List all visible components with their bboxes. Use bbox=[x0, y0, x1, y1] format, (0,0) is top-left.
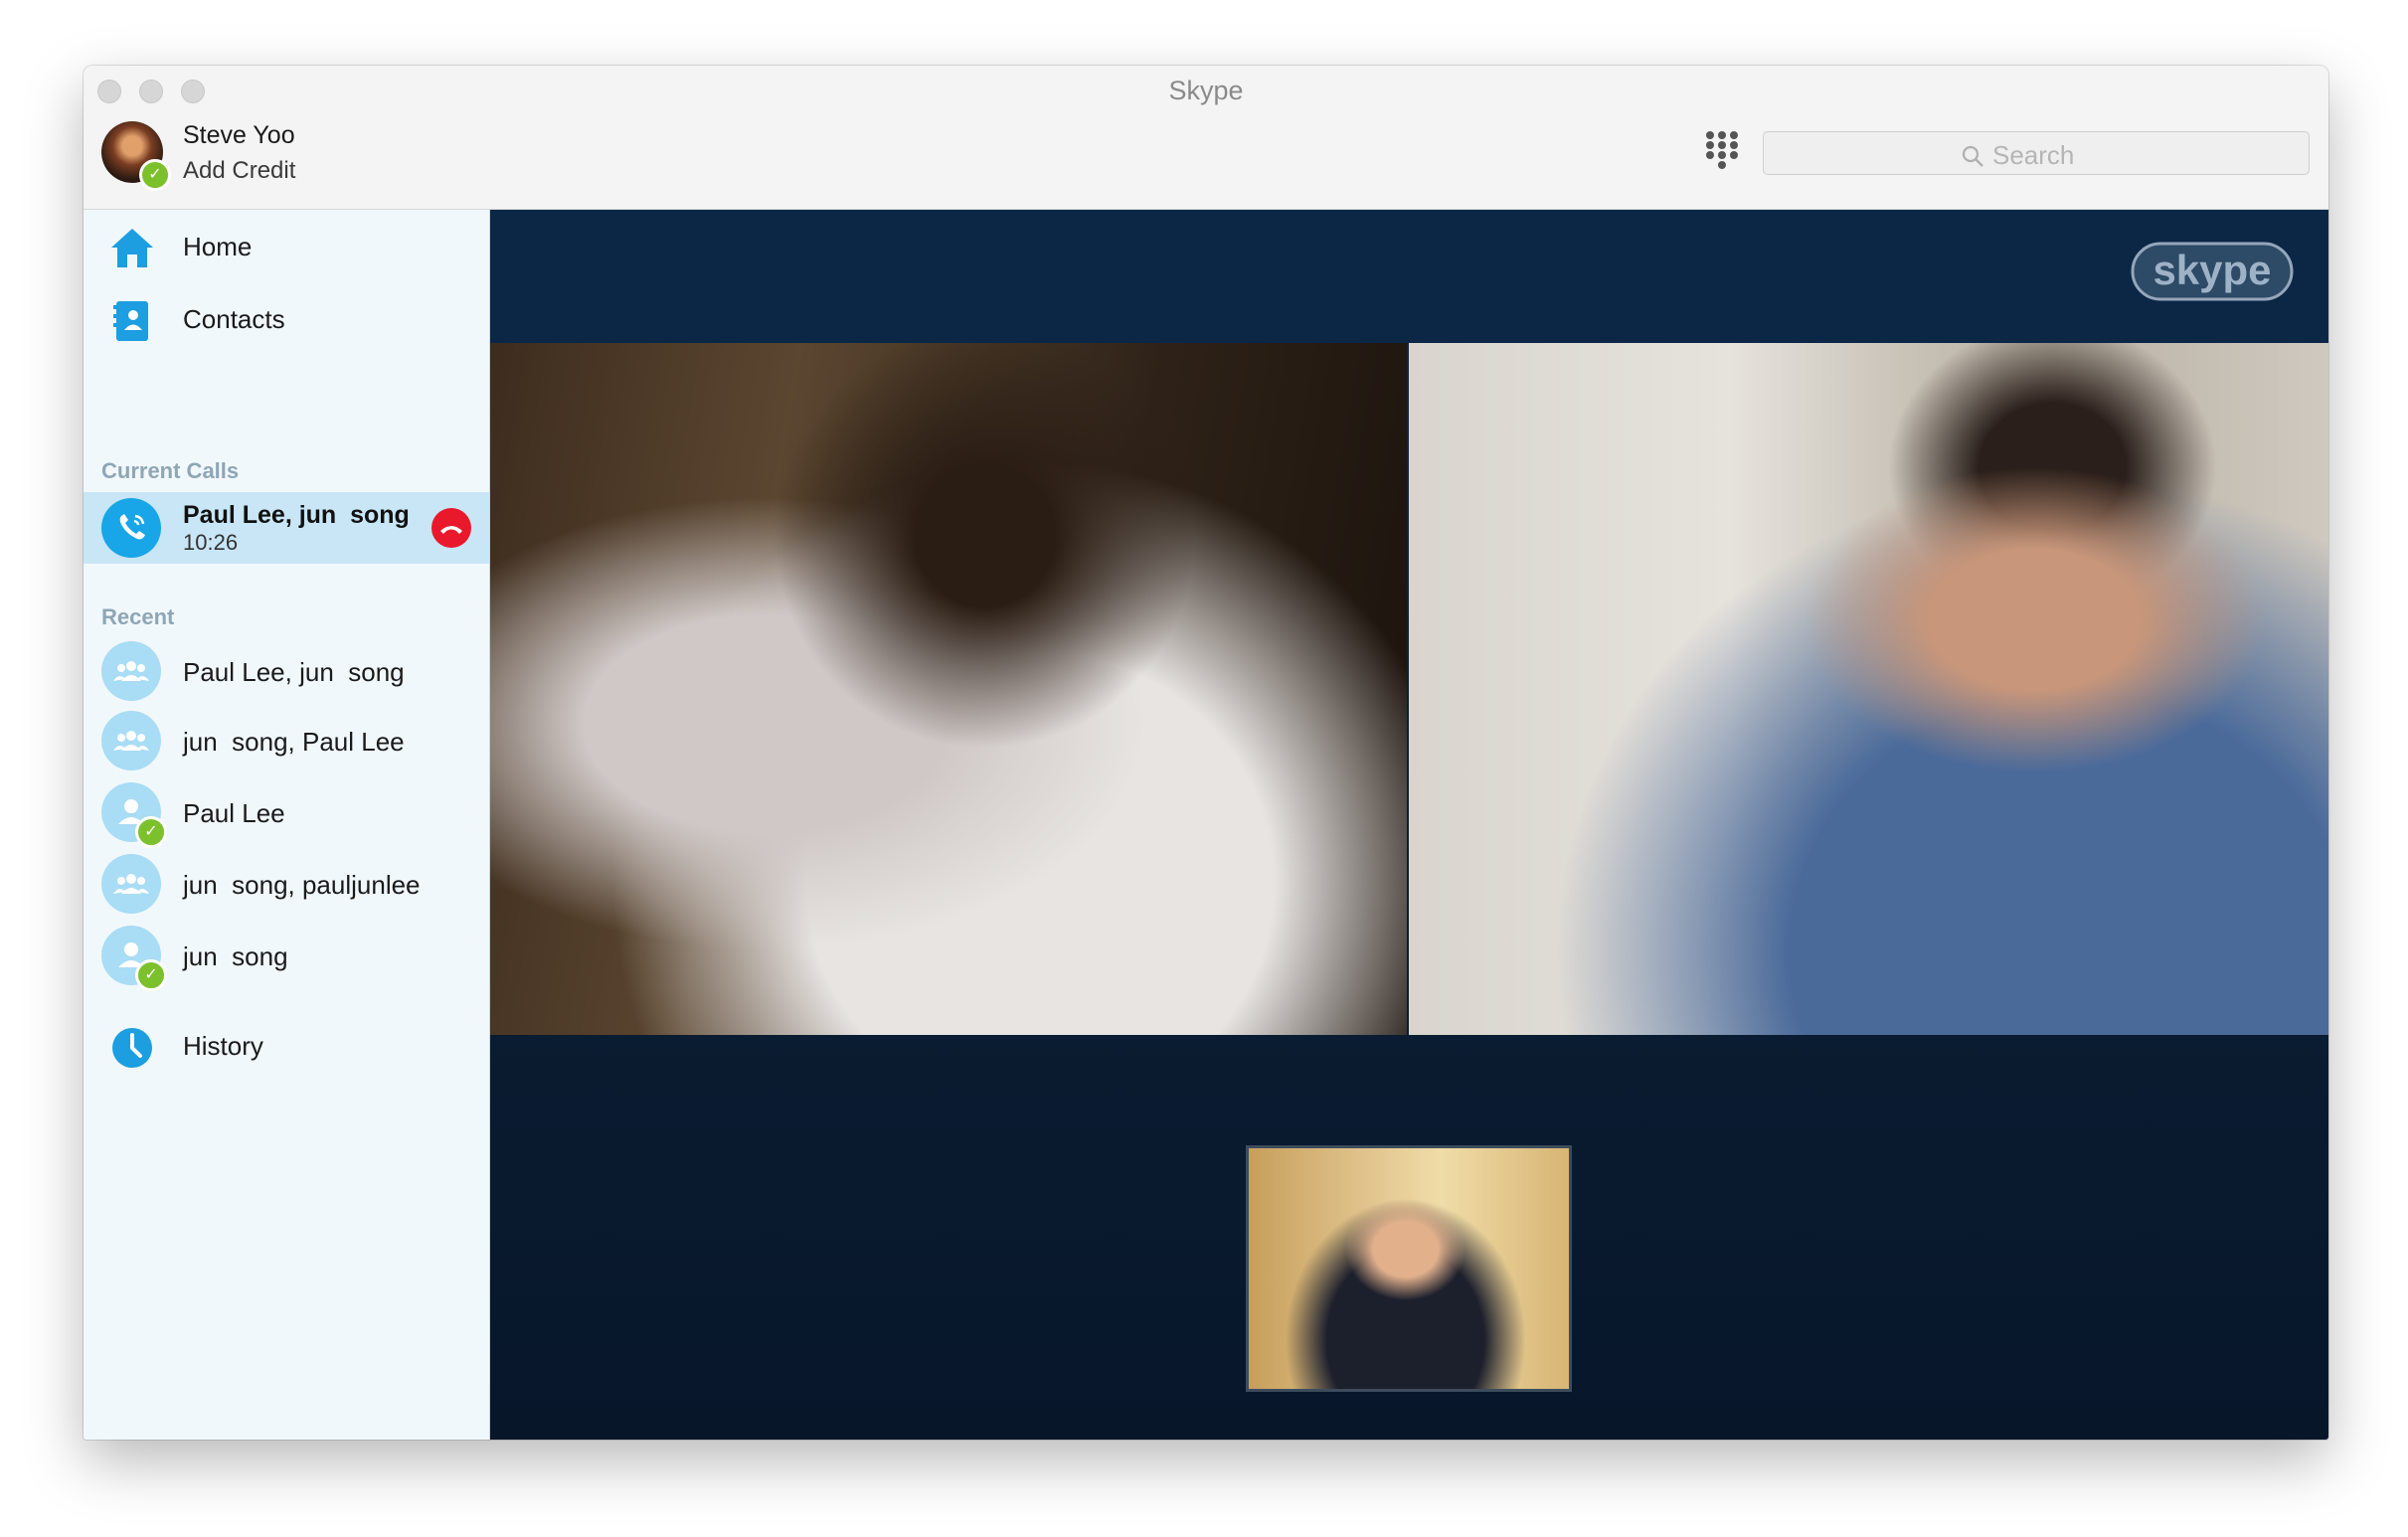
group-avatar-icon bbox=[101, 854, 161, 914]
sidebar-item-label: History bbox=[183, 1031, 263, 1061]
sidebar-item-contacts[interactable]: Contacts bbox=[84, 290, 489, 348]
profile-avatar[interactable]: ✓ bbox=[101, 121, 171, 191]
participant-video-1[interactable] bbox=[490, 343, 1407, 1035]
window-title: Skype bbox=[1168, 76, 1244, 105]
recent-item-label: jun song, pauljunlee bbox=[183, 870, 421, 900]
profile-name[interactable]: Steve Yoo bbox=[183, 121, 295, 150]
recent-heading: Recent bbox=[101, 604, 175, 629]
participant-video-2[interactable] bbox=[1409, 343, 2328, 1035]
online-status-icon: ✓ bbox=[135, 959, 167, 991]
recent-item[interactable]: ✓ jun song bbox=[84, 922, 489, 991]
recent-item-label: Paul Lee, jun song bbox=[183, 657, 405, 687]
current-call-duration: 10:26 bbox=[183, 530, 239, 555]
clock-icon bbox=[112, 1028, 152, 1068]
recent-item-label: Paul Lee bbox=[183, 798, 285, 828]
hang-up-button[interactable] bbox=[431, 508, 471, 548]
group-avatar-icon bbox=[101, 711, 161, 770]
search-input[interactable]: Search bbox=[1763, 131, 2310, 175]
sidebar-item-home[interactable]: Home bbox=[84, 218, 489, 275]
sidebar-item-history[interactable]: History bbox=[84, 1017, 489, 1075]
svg-text:skype: skype bbox=[2152, 247, 2271, 293]
sidebar-item-label: Home bbox=[183, 232, 253, 261]
self-preview-video[interactable] bbox=[1246, 1145, 1572, 1392]
current-call-row[interactable]: Paul Lee, jun song 10:26 bbox=[84, 492, 489, 564]
recent-item-label: jun song, Paul Lee bbox=[183, 727, 405, 757]
call-icon bbox=[101, 498, 161, 558]
skype-window: Skype ✓ Steve Yoo Add Credit Search Home… bbox=[84, 66, 2328, 1440]
recent-item-label: jun song bbox=[183, 941, 288, 971]
recent-item[interactable]: jun song, pauljunlee bbox=[84, 850, 489, 918]
call-stage: skype bbox=[490, 210, 2328, 1440]
recent-item[interactable]: ✓ Paul Lee bbox=[84, 778, 489, 848]
search-icon bbox=[1962, 145, 1983, 167]
current-calls-heading: Current Calls bbox=[101, 458, 240, 483]
online-status-icon: ✓ bbox=[139, 159, 171, 191]
recent-item[interactable]: jun song, Paul Lee bbox=[84, 707, 489, 774]
home-icon bbox=[111, 229, 153, 267]
add-credit-link[interactable]: Add Credit bbox=[183, 157, 295, 185]
hang-up-icon bbox=[440, 526, 462, 534]
dialpad-icon[interactable] bbox=[1705, 131, 1739, 169]
sidebar-item-label: Contacts bbox=[183, 304, 285, 334]
search-placeholder: Search bbox=[1992, 140, 2075, 170]
contacts-icon bbox=[113, 301, 148, 341]
group-avatar-icon bbox=[101, 641, 161, 701]
recent-item[interactable]: Paul Lee, jun song bbox=[84, 637, 489, 705]
sidebar: Home Contacts Current Calls Paul Lee, ju… bbox=[84, 210, 490, 1440]
skype-logo: skype bbox=[2131, 242, 2294, 301]
titlebar: Skype ✓ Steve Yoo Add Credit Search bbox=[84, 66, 2328, 210]
current-call-name: Paul Lee, jun song bbox=[183, 501, 410, 529]
online-status-icon: ✓ bbox=[135, 816, 167, 848]
